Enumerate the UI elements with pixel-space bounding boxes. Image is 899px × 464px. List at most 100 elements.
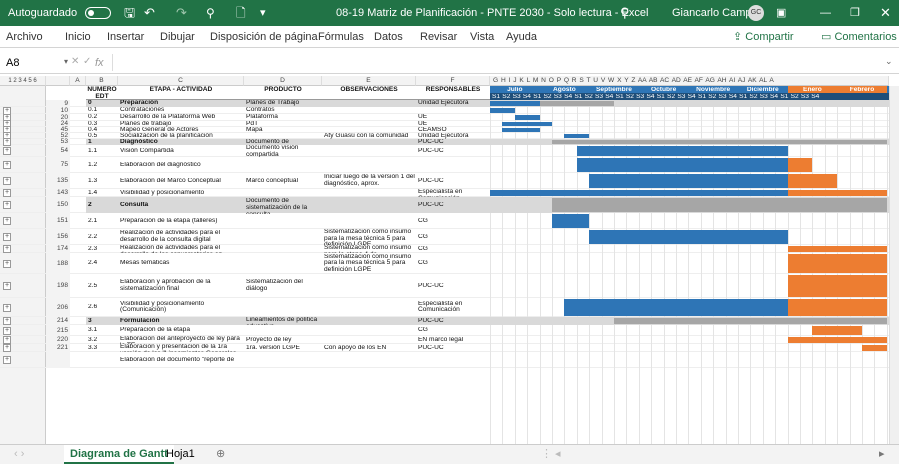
col-header-e[interactable]: E <box>322 76 416 86</box>
row-number[interactable]: 143 <box>46 189 70 197</box>
tab-revisar[interactable]: Revisar <box>420 26 457 48</box>
expand-group-icon[interactable]: + <box>3 344 11 352</box>
expand-formula-icon[interactable]: ⌄ <box>885 56 893 67</box>
minimize-icon[interactable]: — <box>820 0 831 26</box>
row-number[interactable]: 9 <box>46 100 70 107</box>
tab-formulas[interactable]: Fórmulas <box>318 26 364 48</box>
expand-group-icon[interactable]: + <box>3 233 11 241</box>
close-icon[interactable]: ✕ <box>880 0 891 26</box>
sheet-scroll-icon[interactable]: ⋮ ◂ <box>535 445 567 464</box>
tab-disposicion[interactable]: Disposición de página <box>210 26 318 48</box>
cell-responsables <box>418 360 490 376</box>
add-sheet-icon[interactable]: ⊕ <box>210 445 231 464</box>
tab-insertar[interactable]: Insertar <box>107 26 144 48</box>
ribbon-display-icon[interactable]: ▣ <box>776 0 786 26</box>
header-observaciones: OBSERVACIONES <box>322 86 416 100</box>
row-number[interactable]: 215 <box>46 325 70 336</box>
outline-levels[interactable]: 1 2 3 4 5 6 <box>0 76 46 86</box>
expand-group-icon[interactable]: + <box>3 326 11 335</box>
tab-dibujar[interactable]: Dibujar <box>160 26 195 48</box>
avatar[interactable]: GC <box>748 5 764 21</box>
tab-datos[interactable]: Datos <box>374 26 403 48</box>
expand-group-icon[interactable]: + <box>3 317 11 325</box>
expand-group-icon[interactable]: + <box>3 177 11 185</box>
gantt-bar <box>787 254 887 273</box>
fx-icon[interactable]: fx <box>95 52 104 74</box>
col-header-a[interactable]: A <box>70 76 86 86</box>
expand-group-icon[interactable]: + <box>3 356 11 364</box>
expand-group-icon[interactable]: + <box>3 303 11 312</box>
expand-group-icon[interactable]: + <box>3 282 11 290</box>
row-number[interactable]: 174 <box>46 245 70 253</box>
undo-icon[interactable]: ↶ <box>144 0 155 26</box>
customize-toolbar-icon[interactable]: ▾ <box>260 0 266 26</box>
gantt-bar <box>787 275 887 297</box>
row-number[interactable]: 54 <box>46 145 70 157</box>
gantt-bar <box>787 337 887 343</box>
gantt-bar <box>787 246 887 252</box>
search-icon[interactable]: ⚲ <box>620 0 630 26</box>
name-box[interactable]: A8 <box>3 54 63 72</box>
tab-diagrama-gantt[interactable]: Diagrama de Gantt <box>64 445 174 464</box>
gantt-gridline <box>552 100 553 444</box>
prev-sheet-icon[interactable]: ‹ › <box>8 445 30 464</box>
expand-group-icon[interactable]: + <box>3 201 11 209</box>
cancel-icon[interactable]: ✕ <box>71 56 79 67</box>
formula-input[interactable] <box>112 54 882 71</box>
row-number[interactable]: 188 <box>46 253 70 274</box>
vertical-scrollbar[interactable] <box>889 86 899 444</box>
row-number[interactable]: 75 <box>46 157 70 173</box>
col-header-d[interactable]: D <box>244 76 322 86</box>
confirm-icon[interactable]: ✓ <box>83 56 91 67</box>
row-number[interactable]: 221 <box>46 344 70 352</box>
tab-ayuda[interactable]: Ayuda <box>506 26 537 48</box>
tab-inicio[interactable]: Inicio <box>65 26 91 48</box>
row-number[interactable]: 206 <box>46 298 70 317</box>
row-number[interactable]: 156 <box>46 229 70 245</box>
expand-group-icon[interactable]: + <box>3 147 11 155</box>
col-headers-gantt[interactable]: G H I J K L M N O P Q R S T U V W X Y Z … <box>490 76 889 86</box>
worksheet[interactable]: 1 2 3 4 5 6 A B C D E F G H I J K L M N … <box>0 76 899 444</box>
namebox-dropdown-icon[interactable]: ▾ <box>64 57 68 66</box>
hscroll-right-icon[interactable]: ▸ <box>873 445 891 464</box>
gantt-bar <box>589 230 788 244</box>
autosave-label: Autoguardado <box>8 7 78 19</box>
maximize-icon[interactable]: ❐ <box>850 0 860 26</box>
autosave-toggle[interactable] <box>85 7 111 19</box>
comments-button[interactable]: ▭ Comentarios <box>821 26 897 48</box>
redo-icon[interactable]: ↷ <box>176 0 187 26</box>
share-button[interactable]: ⇪ Compartir <box>733 26 794 48</box>
gantt-gridline <box>527 100 529 444</box>
title-bar: Autoguardado 🖫 ↶ ↷ ⚲ 🗋 ▾ 08-19 Matriz de… <box>0 0 899 26</box>
col-header-c[interactable]: C <box>118 76 244 86</box>
window-title: 08-19 Matriz de Planificación - PNTE 203… <box>336 7 649 19</box>
cell-edt <box>88 360 118 376</box>
tab-hoja1[interactable]: Hoja1 <box>160 445 201 464</box>
row-number[interactable]: 151 <box>46 213 70 229</box>
cell-actividad: Elaboración del documento "reporte de <box>120 356 235 363</box>
cell-producto: Documento visión compartida <box>246 145 299 157</box>
col-header-f[interactable]: F <box>416 76 490 86</box>
expand-group-icon[interactable]: + <box>3 259 11 268</box>
tab-vista[interactable]: Vista <box>470 26 494 48</box>
expand-group-icon[interactable]: + <box>3 336 11 344</box>
expand-group-icon[interactable]: + <box>3 161 11 169</box>
save-icon[interactable]: 🖫 <box>124 0 135 26</box>
expand-group-icon[interactable]: + <box>3 189 11 197</box>
col-header-b[interactable]: B <box>86 76 118 86</box>
row-number[interactable]: 150 <box>46 197 70 213</box>
select-all-corner[interactable] <box>46 76 70 86</box>
new-doc-icon[interactable]: 🗋 <box>236 0 246 26</box>
expand-group-icon[interactable]: + <box>3 245 11 253</box>
paint-format-icon[interactable]: ⚲ <box>206 0 215 26</box>
row-number[interactable]: 10 <box>46 107 70 114</box>
row-number[interactable]: 135 <box>46 173 70 189</box>
row-number[interactable]: 220 <box>46 336 70 344</box>
cell-actividad: Elaboración del anteproyecto de ley para… <box>120 336 240 344</box>
row-number[interactable]: 198 <box>46 274 70 298</box>
expand-group-icon[interactable]: + <box>3 217 11 225</box>
row-number[interactable]: 214 <box>46 317 70 325</box>
row-number[interactable] <box>46 352 70 368</box>
gantt-bar <box>552 214 590 228</box>
tab-archivo[interactable]: Archivo <box>6 26 43 48</box>
